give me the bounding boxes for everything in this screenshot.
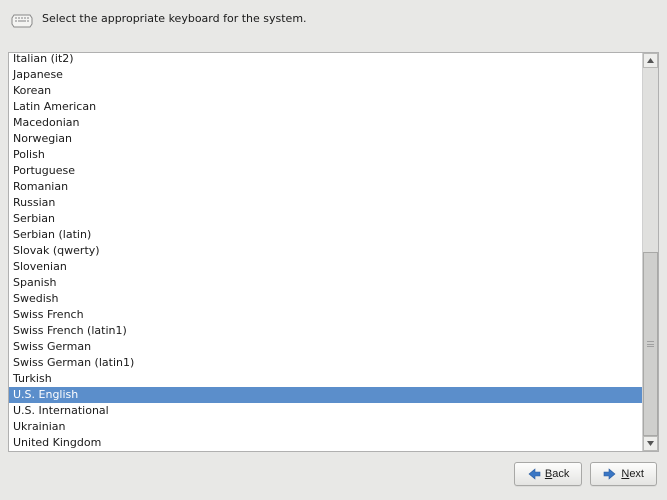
list-item[interactable]: Swedish (9, 291, 642, 307)
header-instruction: Select the appropriate keyboard for the … (42, 8, 307, 26)
back-arrow-icon (527, 467, 541, 481)
list-item[interactable]: Swiss German (latin1) (9, 355, 642, 371)
list-item[interactable]: Swiss French (9, 307, 642, 323)
list-item-label: Korean (13, 84, 51, 97)
list-item-label: Macedonian (13, 116, 80, 129)
list-item-label: Serbian (13, 212, 55, 225)
list-item[interactable]: Slovak (qwerty) (9, 243, 642, 259)
scroll-track[interactable] (643, 68, 658, 436)
list-item-label: Turkish (13, 372, 52, 385)
list-item[interactable]: Swiss French (latin1) (9, 323, 642, 339)
list-item-label: Swiss German (13, 340, 91, 353)
list-item-label: Swiss French (latin1) (13, 324, 127, 337)
list-item-label: Swedish (13, 292, 59, 305)
list-item[interactable]: Italian (it2) (9, 53, 642, 67)
list-item[interactable]: Portuguese (9, 163, 642, 179)
list-item-label: Polish (13, 148, 45, 161)
list-item[interactable]: Latin American (9, 99, 642, 115)
list-item-label: Swiss French (13, 308, 84, 321)
list-item-label: Serbian (latin) (13, 228, 91, 241)
list-item[interactable]: Japanese (9, 67, 642, 83)
keyboard-list[interactable]: ItalianItalian (IBM)Italian (it2)Japanes… (9, 53, 642, 451)
back-label: Back (545, 468, 569, 480)
list-item[interactable]: Swiss German (9, 339, 642, 355)
list-item[interactable]: Serbian (latin) (9, 227, 642, 243)
list-item[interactable]: Polish (9, 147, 642, 163)
list-item[interactable]: Romanian (9, 179, 642, 195)
list-item-label: Swiss German (latin1) (13, 356, 134, 369)
list-item[interactable]: Ukrainian (9, 419, 642, 435)
footer: Back Next (0, 452, 667, 496)
list-item-label: U.S. English (13, 388, 78, 401)
list-item-label: United Kingdom (13, 436, 101, 449)
list-item[interactable]: Slovenian (9, 259, 642, 275)
list-item-label: Norwegian (13, 132, 72, 145)
list-item-label: Japanese (13, 68, 63, 81)
next-label: Next (621, 468, 644, 480)
list-item[interactable]: Macedonian (9, 115, 642, 131)
list-item[interactable]: Spanish (9, 275, 642, 291)
list-item[interactable]: U.S. English (9, 387, 642, 403)
scrollbar[interactable] (642, 53, 658, 451)
scroll-down-button[interactable] (643, 436, 658, 451)
list-item[interactable]: Korean (9, 83, 642, 99)
list-item[interactable]: United Kingdom (9, 435, 642, 451)
list-item-label: Russian (13, 196, 55, 209)
list-item-label: Spanish (13, 276, 56, 289)
keyboard-list-frame: ItalianItalian (IBM)Italian (it2)Japanes… (8, 52, 659, 452)
header: Select the appropriate keyboard for the … (0, 0, 667, 52)
list-item[interactable]: Serbian (9, 211, 642, 227)
back-button[interactable]: Back (514, 462, 582, 486)
next-arrow-icon (603, 467, 617, 481)
keyboard-icon (10, 8, 34, 32)
scroll-up-button[interactable] (643, 53, 658, 68)
list-item[interactable]: U.S. International (9, 403, 642, 419)
list-item-label: Italian (it2) (13, 53, 74, 65)
list-item-label: U.S. International (13, 404, 109, 417)
scroll-thumb[interactable] (643, 252, 658, 436)
list-item-label: Slovenian (13, 260, 67, 273)
list-item[interactable]: Turkish (9, 371, 642, 387)
list-item[interactable]: Norwegian (9, 131, 642, 147)
list-item-label: Ukrainian (13, 420, 65, 433)
list-item-label: Slovak (qwerty) (13, 244, 100, 257)
list-item[interactable]: Russian (9, 195, 642, 211)
list-item-label: Portuguese (13, 164, 75, 177)
list-item-label: Romanian (13, 180, 68, 193)
next-button[interactable]: Next (590, 462, 657, 486)
list-item-label: Latin American (13, 100, 96, 113)
